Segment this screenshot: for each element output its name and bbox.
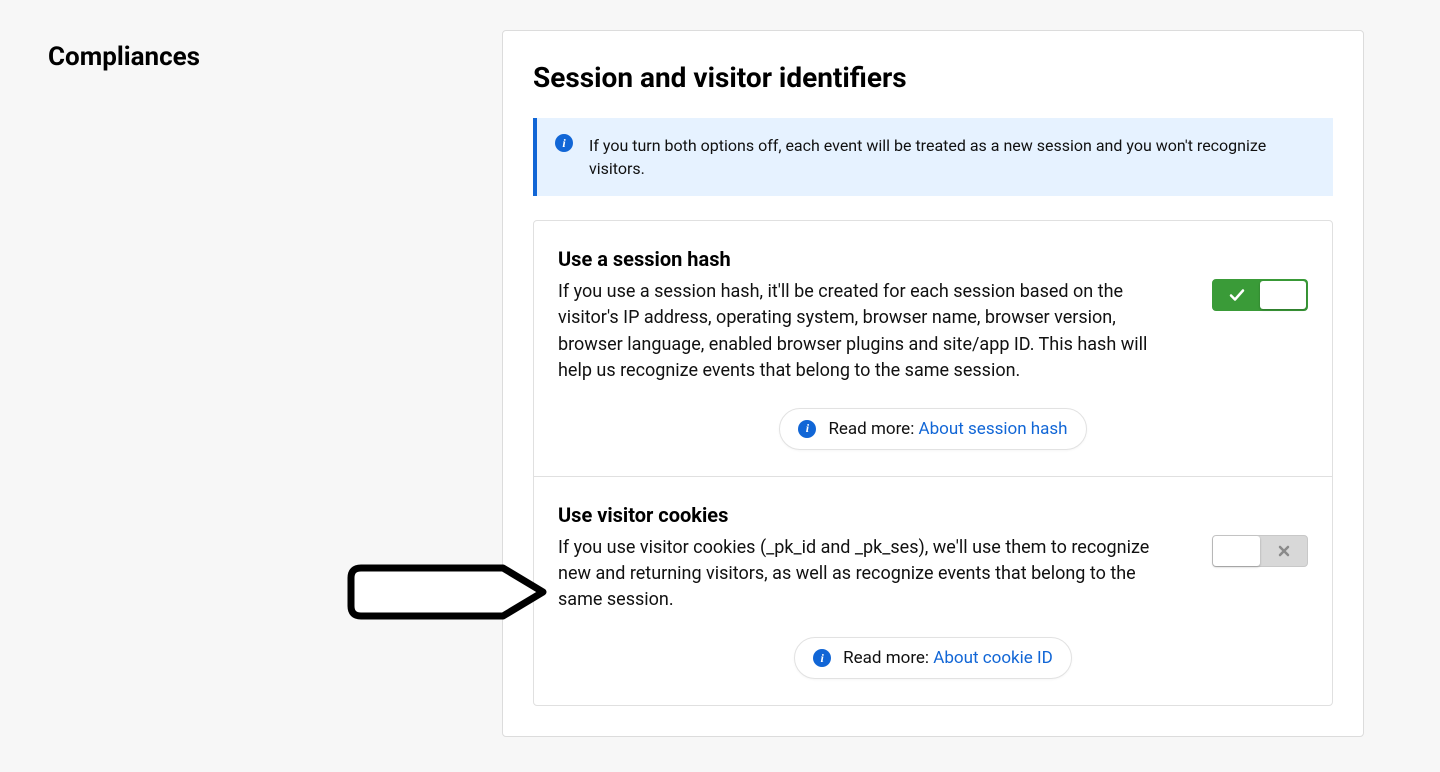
toggle-session-hash[interactable] bbox=[1212, 279, 1308, 311]
toggle-visitor-cookies[interactable] bbox=[1212, 535, 1308, 567]
setting-title: Use visitor cookies bbox=[558, 503, 1182, 527]
setting-title: Use a session hash bbox=[558, 247, 1182, 271]
setting-visitor-cookies: Use visitor cookies If you use visitor c… bbox=[534, 476, 1332, 705]
info-banner-text: If you turn both options off, each event… bbox=[589, 134, 1315, 180]
readmore-link-session-hash[interactable]: About session hash bbox=[919, 419, 1068, 439]
setting-desc: If you use a session hash, it'll be crea… bbox=[558, 279, 1182, 383]
page-title: Compliances bbox=[48, 42, 478, 72]
sidebar: Compliances bbox=[48, 30, 478, 72]
check-icon bbox=[1214, 281, 1260, 309]
readmore-pill-session-hash: i Read more: About session hash bbox=[779, 408, 1086, 450]
toggle-knob bbox=[1260, 281, 1306, 309]
readmore-label: Read more: bbox=[828, 419, 918, 439]
close-icon bbox=[1260, 536, 1307, 566]
readmore-link-visitor-cookies[interactable]: About cookie ID bbox=[933, 648, 1053, 668]
info-banner: i If you turn both options off, each eve… bbox=[533, 118, 1333, 196]
toggle-knob bbox=[1213, 536, 1260, 566]
info-icon: i bbox=[813, 649, 831, 667]
readmore-pill-visitor-cookies: i Read more: About cookie ID bbox=[794, 637, 1072, 679]
setting-session-hash: Use a session hash If you use a session … bbox=[534, 221, 1332, 475]
setting-desc: If you use visitor cookies (_pk_id and _… bbox=[558, 535, 1182, 613]
readmore-label: Read more: bbox=[843, 648, 933, 668]
panel-title: Session and visitor identifiers bbox=[533, 61, 1333, 94]
info-icon: i bbox=[798, 420, 816, 438]
settings-panel: Session and visitor identifiers i If you… bbox=[502, 30, 1364, 737]
settings-group: Use a session hash If you use a session … bbox=[533, 220, 1333, 706]
label-arrow-icon bbox=[343, 560, 553, 624]
info-icon: i bbox=[555, 134, 573, 152]
